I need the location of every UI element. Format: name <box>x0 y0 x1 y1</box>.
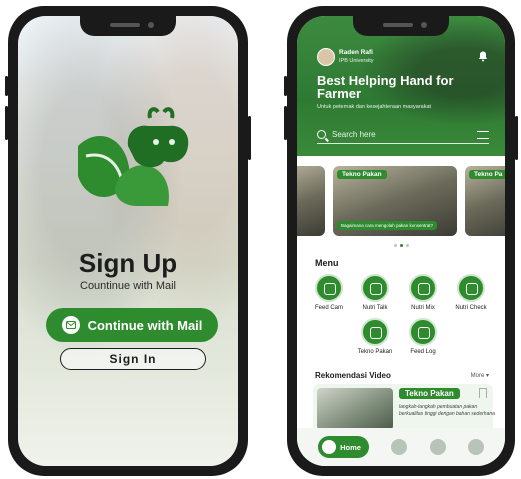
continue-with-mail-label: Continue with Mail <box>87 317 203 333</box>
menu-item-nutri-check[interactable]: Nutri Check <box>447 274 495 311</box>
stats-icon[interactable] <box>391 439 408 455</box>
continue-with-mail-button[interactable]: Continue with Mail <box>46 308 218 342</box>
avatar[interactable] <box>317 48 335 66</box>
phone-notch <box>80 16 176 36</box>
card-caption: Bagaimana cara mengolah pakan konsentrat… <box>337 221 438 230</box>
menu-item-nutri-talk[interactable]: Nutri Talk <box>351 274 399 311</box>
bell-icon[interactable] <box>477 50 489 62</box>
search-icon <box>317 130 326 139</box>
menu-item-label: Feed Log <box>410 349 436 355</box>
phone-button <box>284 106 287 140</box>
phone-button <box>515 116 518 160</box>
phone-button <box>5 106 8 140</box>
sign-in-button[interactable]: Sign In <box>60 348 206 370</box>
phone-home: Raden Rafi IPB University Best Helping H… <box>284 6 518 476</box>
chat-icon <box>361 274 389 302</box>
menu-item-tekno-pakan[interactable]: Tekno Pakan <box>351 318 399 355</box>
carousel-card[interactable]: Tekno Pakan Bagaimana cara mengolah paka… <box>333 166 457 236</box>
search-placeholder: Search here <box>332 130 376 139</box>
profile-icon[interactable] <box>467 439 484 455</box>
signup-screen: Sign Up Countinue with Mail Continue wit… <box>18 16 238 466</box>
menu-item-nutri-mix[interactable]: Nutri Mix <box>399 274 447 311</box>
user-name: Raden Rafi <box>339 49 373 56</box>
phone-notch <box>353 16 449 36</box>
menu-item-label: Nutri Talk <box>362 305 388 311</box>
bookmark-icon[interactable] <box>479 388 487 398</box>
video-thumbnail[interactable] <box>317 388 393 430</box>
filter-icon[interactable] <box>477 130 489 139</box>
mockup-stage: Sign Up Countinue with Mail Continue wit… <box>0 0 521 479</box>
camera-icon <box>315 274 343 302</box>
phone-button <box>5 76 8 96</box>
more-button[interactable]: More ▾ <box>471 372 489 379</box>
log-icon <box>409 318 437 346</box>
menu-item-feed-log[interactable]: Feed Log <box>399 318 447 355</box>
user-org: IPB University <box>339 58 374 64</box>
carousel-dots <box>297 244 505 247</box>
hero-title: Best Helping Hand for Farmer <box>317 73 454 101</box>
video-tag: Tekno Pakan <box>399 388 460 399</box>
section-title: Rekomendasi Video <box>315 371 391 380</box>
more-label: More <box>470 373 485 379</box>
book-icon <box>361 318 389 346</box>
search-input[interactable]: Search here <box>317 126 489 144</box>
phone-button <box>248 116 251 160</box>
cow-leaf-logo-icon <box>78 107 189 206</box>
mail-icon <box>61 316 80 334</box>
nav-home-label: Home <box>340 442 361 452</box>
home-icon <box>322 440 337 454</box>
bottom-nav: Home <box>297 428 505 466</box>
menu-item-feed-cam[interactable]: Feed Cam <box>305 274 353 311</box>
home-screen: Raden Rafi IPB University Best Helping H… <box>297 16 505 466</box>
carousel-card[interactable]: Tekno Pa <box>465 166 505 236</box>
menu-title: Menu <box>315 258 339 268</box>
check-icon <box>457 274 485 302</box>
menu-item-label: Feed Cam <box>314 305 343 311</box>
menu-item-label: Nutri Mix <box>411 305 435 311</box>
message-icon[interactable] <box>429 439 446 455</box>
mix-icon <box>409 274 437 302</box>
menu-item-label: Nutri Check <box>455 305 487 311</box>
article-carousel[interactable]: Tekno Pakan Bagaimana cara mengolah paka… <box>297 166 505 238</box>
carousel-card[interactable] <box>297 166 325 236</box>
page-title: Sign Up <box>78 248 178 278</box>
chevron-down-icon: ▾ <box>485 373 489 379</box>
background-photo <box>18 16 238 466</box>
card-tag: Tekno Pakan <box>337 170 387 179</box>
page-subtitle: Countinue with Mail <box>80 280 176 292</box>
phone-signup: Sign Up Countinue with Mail Continue wit… <box>5 6 251 476</box>
nav-home[interactable]: Home <box>318 436 369 458</box>
video-description: langkah-langkah pembuatan pakan berkuali… <box>399 404 495 417</box>
hero-banner: Raden Rafi IPB University Best Helping H… <box>297 16 505 156</box>
card-tag: Tekno Pa <box>469 170 505 179</box>
video-card[interactable]: Tekno Pakan langkah-langkah pembuatan pa… <box>313 384 495 434</box>
phone-button <box>284 76 287 96</box>
hero-subtitle: Untuk peternak dan kesejahteraan masyara… <box>317 104 432 110</box>
menu-item-label: Tekno Pakan <box>357 349 393 355</box>
